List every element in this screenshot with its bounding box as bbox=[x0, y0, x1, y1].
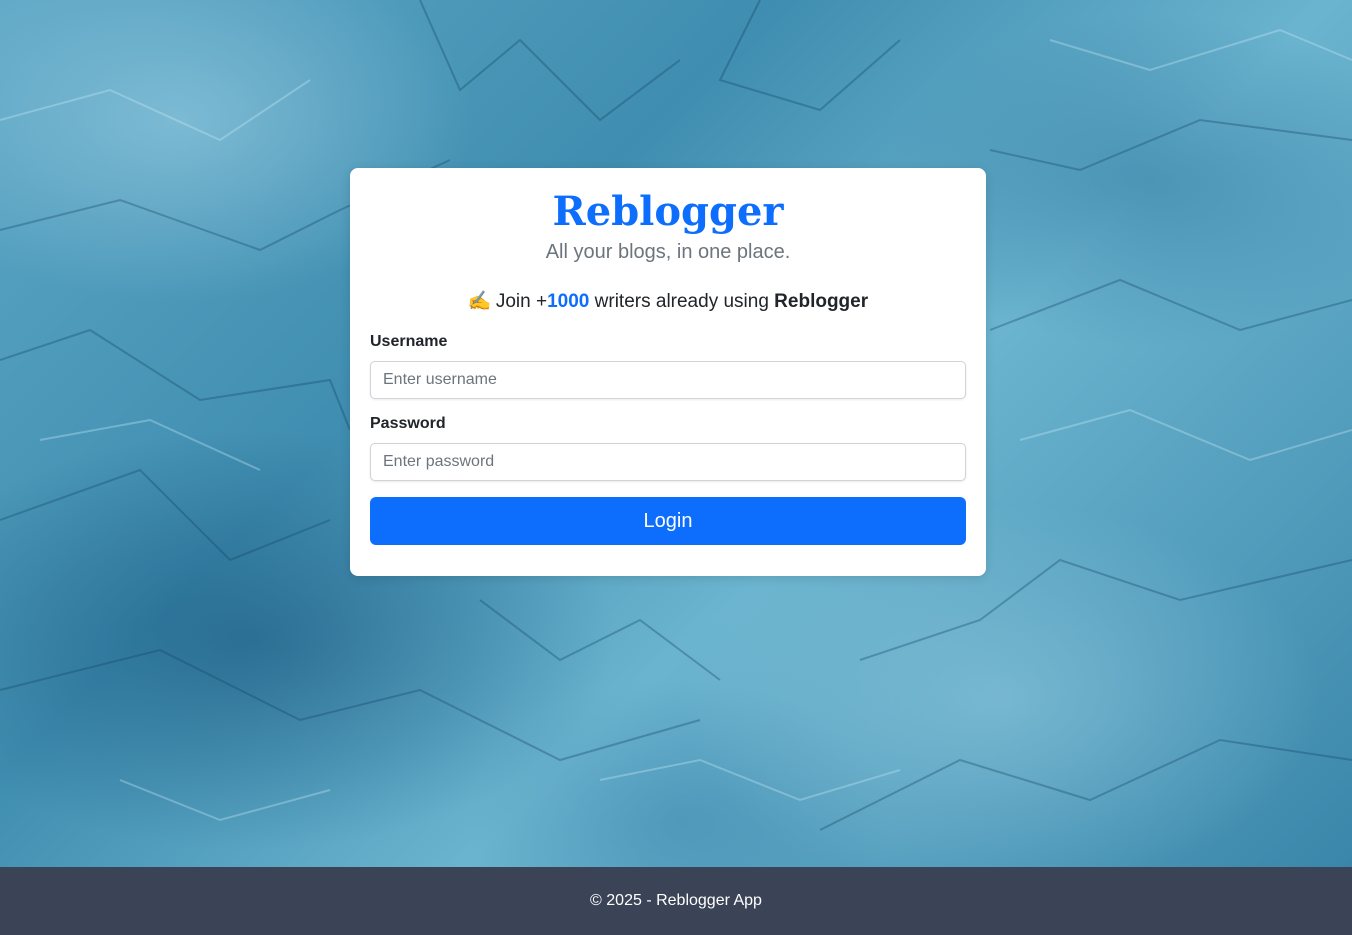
username-input[interactable] bbox=[370, 361, 966, 399]
promo-prefix: Join + bbox=[495, 291, 548, 312]
username-label: Username bbox=[370, 333, 448, 350]
password-label: Password bbox=[370, 415, 446, 432]
writing-hand-icon: ✍️ bbox=[467, 291, 492, 312]
background: Reblogger All your blogs, in one place. … bbox=[0, 0, 1352, 867]
page-footer: © 2025 - Reblogger App bbox=[0, 867, 1352, 935]
copyright-text: © 2025 - Reblogger App bbox=[590, 892, 762, 909]
login-card: Reblogger All your blogs, in one place. … bbox=[350, 168, 986, 576]
password-input[interactable] bbox=[370, 443, 966, 481]
promo-app-name: Reblogger bbox=[774, 291, 869, 312]
writers-promo: ✍️ Join +1000 writers already using Reblo… bbox=[370, 288, 966, 316]
app-tagline: All your blogs, in one place. bbox=[545, 241, 791, 263]
login-button[interactable]: Login bbox=[370, 497, 966, 545]
promo-middle: writers already using bbox=[589, 291, 775, 312]
app-title: Reblogger bbox=[552, 188, 784, 235]
writer-count: 1000 bbox=[547, 291, 590, 312]
